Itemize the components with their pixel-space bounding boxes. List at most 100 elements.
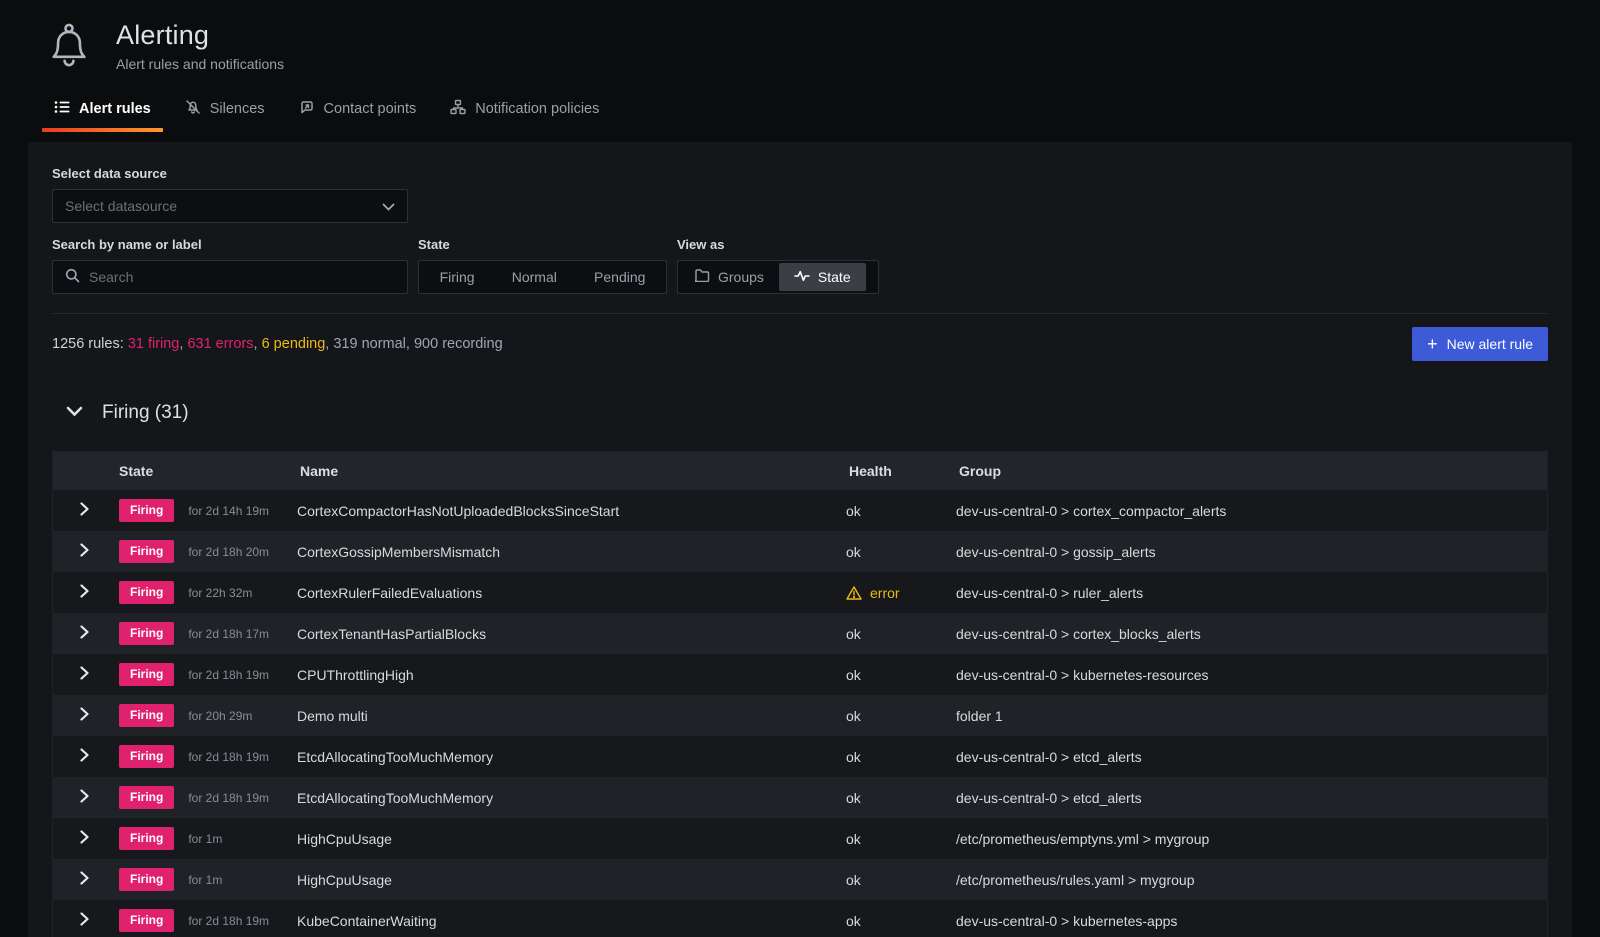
state-badge: Firing xyxy=(119,704,174,727)
view-as-label: View as xyxy=(677,237,879,252)
tab-notification-policies[interactable]: Notification policies xyxy=(436,91,613,132)
page-subtitle: Alert rules and notifications xyxy=(116,56,284,72)
health-cell: ok xyxy=(846,667,956,683)
chevron-right-icon xyxy=(80,707,89,724)
rule-name: KubeContainerWaiting xyxy=(297,913,846,929)
view-as-filter: View as Groups State xyxy=(677,237,879,294)
new-alert-rule-button[interactable]: + New alert rule xyxy=(1412,327,1548,361)
state-cell: Firing for 1m xyxy=(116,827,297,850)
health-text: error xyxy=(870,585,900,601)
state-option-firing[interactable]: Firing xyxy=(428,261,487,293)
tab-silences[interactable]: Silences xyxy=(171,91,279,132)
expand-row-button[interactable] xyxy=(53,736,116,777)
sitemap-icon xyxy=(450,99,466,119)
table-row: Firing for 2d 18h 19m EtcdAllocatingTooM… xyxy=(53,736,1547,777)
expand-row-button[interactable] xyxy=(53,818,116,859)
firing-duration: for 2d 18h 19m xyxy=(188,668,269,682)
state-badge: Firing xyxy=(119,827,174,850)
chevron-right-icon xyxy=(80,625,89,642)
state-option-pending[interactable]: Pending xyxy=(582,261,657,293)
state-cell: Firing for 2d 18h 19m xyxy=(116,786,297,809)
state-option-normal[interactable]: Normal xyxy=(500,261,569,293)
chevron-right-icon xyxy=(80,502,89,519)
state-badge: Firing xyxy=(119,499,174,522)
expand-row-button[interactable] xyxy=(53,531,116,572)
state-badge: Firing xyxy=(119,786,174,809)
alert-rules-table: State Name Health Group Firing for 2d 14… xyxy=(52,451,1548,937)
state-badge: Firing xyxy=(119,745,174,768)
expand-row-button[interactable] xyxy=(53,695,116,736)
state-cell: Firing for 2d 14h 19m xyxy=(116,499,297,522)
health-cell: ok xyxy=(846,790,956,806)
expand-row-button[interactable] xyxy=(53,777,116,818)
state-badge: Firing xyxy=(119,581,174,604)
page-header-text: Alerting Alert rules and notifications xyxy=(116,20,284,72)
rule-name: CortexTenantHasPartialBlocks xyxy=(297,626,846,642)
health-cell: ok xyxy=(846,913,956,929)
datasource-label: Select data source xyxy=(52,166,1548,181)
health-text: ok xyxy=(846,544,861,560)
state-badge: Firing xyxy=(119,868,174,891)
state-badge: Firing xyxy=(119,540,174,563)
expand-row-button[interactable] xyxy=(53,613,116,654)
state-cell: Firing for 1m xyxy=(116,868,297,891)
filter-divider xyxy=(52,313,1548,314)
view-as-groups-button[interactable]: Groups xyxy=(680,263,779,291)
expand-row-button[interactable] xyxy=(53,572,116,613)
health-text: ok xyxy=(846,790,861,806)
state-cell: Firing for 2d 18h 19m xyxy=(116,909,297,932)
table-row: Firing for 1m HighCpuUsage ok /etc/prome… xyxy=(53,859,1547,900)
health-text: ok xyxy=(846,667,861,683)
chevron-right-icon xyxy=(80,912,89,929)
tab-label: Alert rules xyxy=(79,101,151,117)
datasource-select[interactable]: Select datasource xyxy=(52,189,408,223)
table-row: Firing for 1m HighCpuUsage ok /etc/prome… xyxy=(53,818,1547,859)
folder-icon xyxy=(695,269,710,285)
tab-label: Silences xyxy=(210,101,265,117)
view-as-group: Groups State xyxy=(677,260,879,294)
state-cell: Firing for 20h 29m xyxy=(116,704,297,727)
firing-section-header[interactable]: Firing (31) xyxy=(66,402,1548,424)
tab-contact-points[interactable]: Contact points xyxy=(285,91,431,132)
comment-share-icon xyxy=(299,99,315,119)
plus-icon: + xyxy=(1427,335,1438,353)
health-text: ok xyxy=(846,708,861,724)
search-label: Search by name or label xyxy=(52,237,408,252)
summary-normal: 319 normal xyxy=(333,336,406,352)
expand-row-button[interactable] xyxy=(53,490,116,531)
view-as-state-button[interactable]: State xyxy=(779,263,866,291)
tab-alert-rules[interactable]: Alert rules xyxy=(40,91,165,132)
chevron-right-icon xyxy=(80,666,89,683)
firing-duration: for 2d 18h 19m xyxy=(188,914,269,928)
health-text: ok xyxy=(846,872,861,888)
alerting-bell-icon xyxy=(48,22,90,73)
firing-duration: for 1m xyxy=(188,832,222,846)
state-cell: Firing for 2d 18h 17m xyxy=(116,622,297,645)
rule-group: dev-us-central-0 > kubernetes-apps xyxy=(956,913,1547,929)
chevron-right-icon xyxy=(80,543,89,560)
summary-firing: 31 firing xyxy=(128,336,180,352)
expand-row-button[interactable] xyxy=(53,859,116,900)
search-filter: Search by name or label Search xyxy=(52,237,408,294)
page-title: Alerting xyxy=(116,20,284,51)
chevron-right-icon xyxy=(80,748,89,765)
chevron-right-icon xyxy=(80,830,89,847)
health-text: ok xyxy=(846,913,861,929)
health-cell: error xyxy=(846,585,956,601)
header-state: State xyxy=(116,463,297,479)
state-filter-group: Firing Normal Pending xyxy=(418,260,667,294)
header-group: Group xyxy=(956,463,1547,479)
search-placeholder: Search xyxy=(89,269,133,285)
state-cell: Firing for 22h 32m xyxy=(116,581,297,604)
rules-summary-segments: 31 firing, 631 errors, 6 pending, 319 no… xyxy=(128,336,503,352)
filters-row: Search by name or label Search State Fir… xyxy=(52,237,1548,294)
search-input[interactable]: Search xyxy=(52,260,408,294)
health-text: ok xyxy=(846,831,861,847)
header-name: Name xyxy=(297,463,846,479)
rule-name: HighCpuUsage xyxy=(297,872,846,888)
table-header: State Name Health Group xyxy=(53,452,1547,490)
expand-row-button[interactable] xyxy=(53,900,116,937)
expand-row-button[interactable] xyxy=(53,654,116,695)
health-cell: ok xyxy=(846,626,956,642)
state-cell: Firing for 2d 18h 19m xyxy=(116,745,297,768)
